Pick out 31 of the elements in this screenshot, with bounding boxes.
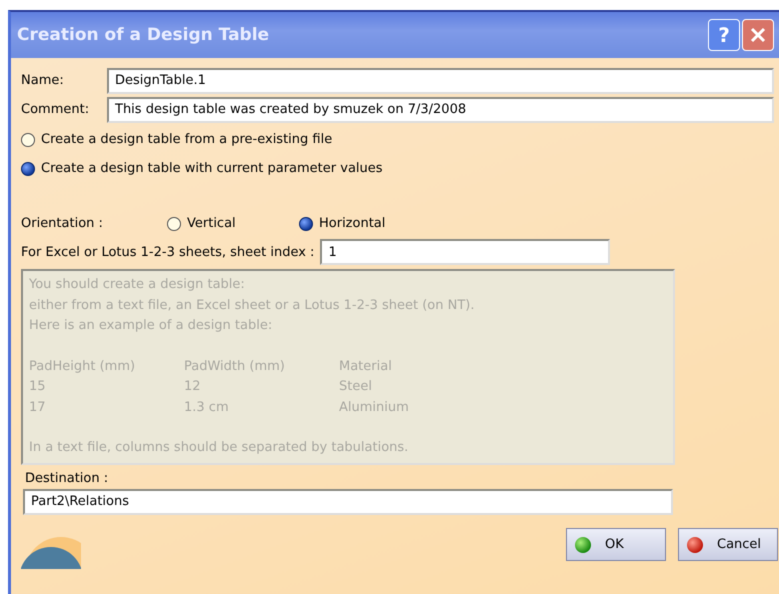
source-radio-option[interactable]: Create a design table with current parameter values — [21, 161, 779, 176]
info-line: You should create a design table: — [29, 276, 246, 294]
example-cell-text: 17 — [29, 398, 47, 416]
example-cell-text: 1.3 cm — [184, 398, 230, 416]
example-cell-text: Steel — [339, 378, 373, 396]
destination-field[interactable]: Part2\Relations — [23, 488, 673, 514]
sheet-index-label: For Excel or Lotus 1-2-3 sheets, sheet index : — [21, 244, 314, 260]
example-cell-text: Aluminium — [339, 398, 410, 416]
source-radio-option[interactable]: Create a design table from a pre-existing file — [21, 132, 779, 147]
example-cell-text: PadWidth (mm) — [184, 358, 286, 376]
orientation-radio-option[interactable]: Horizontal — [299, 216, 431, 231]
example-cell-text: PadHeight (mm) — [29, 358, 136, 376]
dialog-button[interactable]: OK — [566, 528, 666, 561]
comment-field[interactable]: This design table was created by smuzek on 7/3/2008 — [107, 96, 774, 122]
comment-label: Comment: — [21, 102, 90, 117]
example-cell-text: 12 — [184, 378, 202, 396]
sheet-index-field[interactable]: 1 — [320, 239, 610, 265]
close-icon — [748, 25, 768, 45]
orientation-label: Orientation : — [21, 216, 104, 231]
window-title: Creation of a Design Table — [17, 25, 270, 45]
name-field[interactable]: DesignTable.1 — [107, 68, 774, 94]
info-footer: In a text file, columns should be separated by tabulations. — [29, 438, 667, 458]
orientation-radio-option[interactable]: Vertical — [167, 216, 299, 231]
destination-label: Destination : — [25, 470, 110, 486]
dialog-button[interactable]: Cancel — [678, 528, 778, 561]
info-line: Here is an example of a design table: — [29, 317, 274, 335]
example-cell-text: Material — [339, 358, 393, 376]
close-button[interactable] — [742, 19, 774, 51]
example-cell-text: 15 — [29, 378, 47, 396]
info-line: either from a text file, an Excel sheet or a Lotus 1-2-3 sheet (on NT). — [29, 296, 476, 314]
name-label: Name: — [21, 73, 65, 88]
